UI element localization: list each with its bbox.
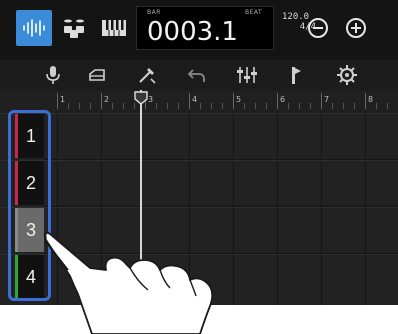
beat-label: BEAT: [245, 9, 263, 16]
drum-icon: [64, 19, 84, 38]
zoom-in-button[interactable]: [338, 10, 374, 46]
ruler-bar-number: 6: [280, 95, 286, 104]
microphone-icon: [46, 66, 60, 84]
mixer-button[interactable]: [232, 62, 262, 88]
settings-icon: [337, 65, 357, 85]
ruler-bar-number: 2: [104, 95, 110, 104]
bar-label: BAR: [147, 9, 161, 16]
playhead-marker-icon[interactable]: [133, 91, 149, 105]
track-row-1[interactable]: 1: [0, 113, 398, 159]
ruler-bar-number: 1: [60, 95, 66, 104]
zoom-out-icon: [308, 18, 328, 38]
eraser-button[interactable]: [82, 62, 112, 88]
keyboard-icon: [102, 20, 126, 36]
zoom-in-icon: [346, 18, 366, 38]
synth-track-button[interactable]: [96, 10, 132, 46]
undo-icon: [187, 69, 205, 82]
ruler-bar-number: 8: [368, 95, 374, 104]
eraser-icon: [89, 69, 105, 81]
marker-button[interactable]: [280, 62, 310, 88]
audio-track-button[interactable]: [16, 10, 52, 46]
zoom-out-button[interactable]: [300, 10, 336, 46]
ruler-bar-number: 4: [192, 95, 198, 104]
track-row-2[interactable]: 2: [0, 160, 398, 206]
hand-gesture-icon: [43, 231, 214, 334]
mixer-icon: [237, 67, 257, 83]
ruler-bar-number: 7: [324, 95, 330, 104]
position-value: 0003.1: [147, 17, 238, 47]
ruler-bar-number: 5: [236, 95, 242, 104]
tool-bar: [0, 60, 398, 90]
position-counter[interactable]: BAR BEAT 0003.1: [136, 6, 274, 50]
drum-track-button[interactable]: [56, 10, 92, 46]
tools-button[interactable]: [132, 62, 162, 88]
tools-icon: [139, 68, 156, 84]
timeline-ruler[interactable]: 1 2 3 4 5 6 7 8: [0, 90, 398, 112]
marker-icon: [292, 67, 301, 84]
audio-waveform-icon: [23, 19, 45, 37]
undo-button[interactable]: [182, 62, 212, 88]
record-button[interactable]: [38, 62, 68, 88]
settings-button[interactable]: [332, 62, 362, 88]
top-bar: BAR BEAT 0003.1 120.0 4/4: [0, 0, 398, 60]
